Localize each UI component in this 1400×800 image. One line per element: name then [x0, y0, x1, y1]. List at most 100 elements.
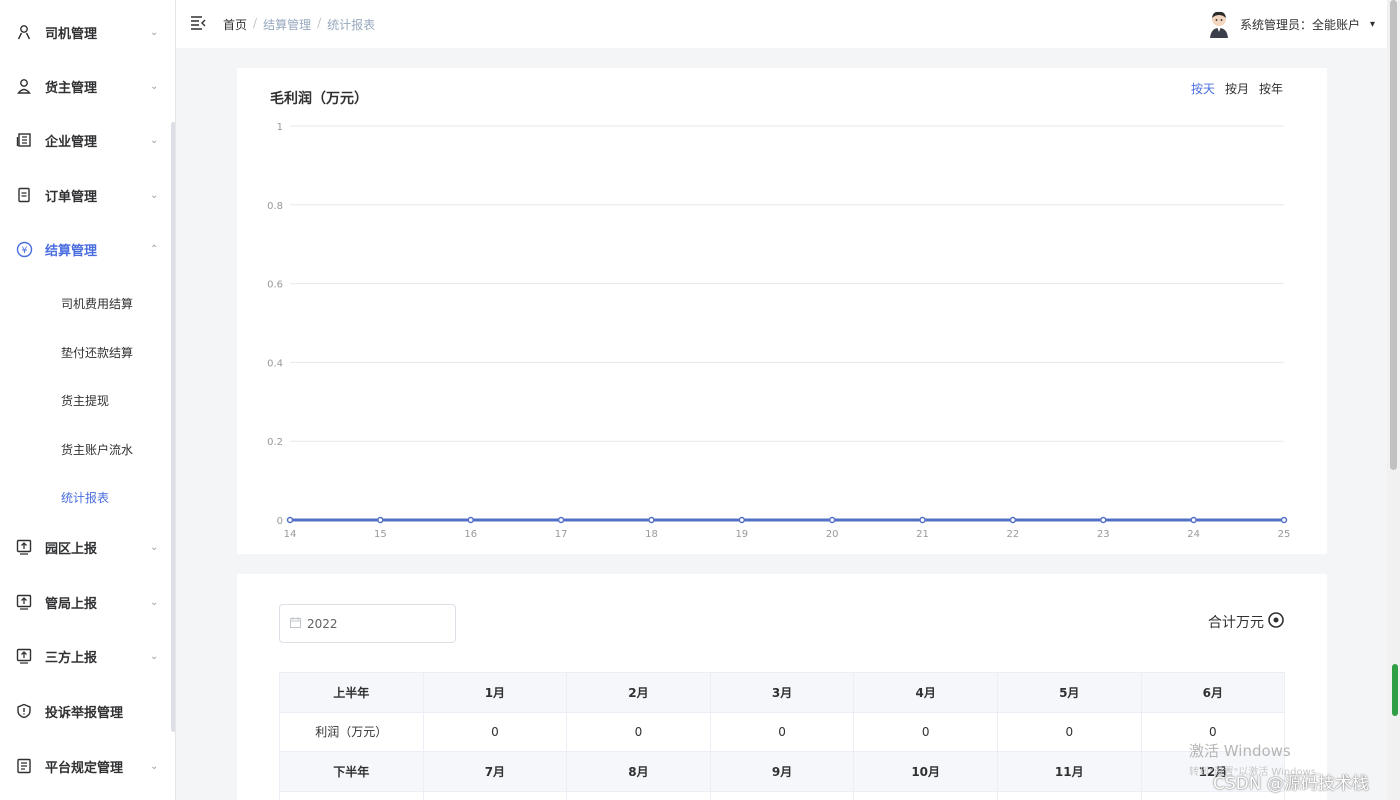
- table-cell: 上半年: [279, 672, 424, 713]
- menu-label: 结算管理: [45, 243, 98, 259]
- submenu-advance-repayment-settlement[interactable]: 垫付还款结算: [0, 328, 175, 376]
- submenu-owner-account-flow[interactable]: 货主账户流水: [0, 425, 175, 473]
- profit-chart-card: 毛利润（万元） 按天 按月 按年 0 0.2 0.4 0.6 0.8 1 14 15 16 17 1…: [237, 68, 1327, 554]
- table-cell: [709, 790, 855, 800]
- table-cell: [279, 790, 424, 800]
- top-header: 首页 / 结算管理 / 统计报表 系统管理员：全能账户 ▾: [176, 0, 1387, 48]
- menu-label: 订单管理: [45, 189, 98, 205]
- user-icon: [15, 77, 33, 95]
- menu-label: 货主管理: [45, 80, 98, 96]
- floating-side-tab[interactable]: [1392, 664, 1398, 716]
- data-point[interactable]: [377, 516, 384, 524]
- table-cell: 6月: [1140, 672, 1286, 713]
- year-picker[interactable]: 2022: [279, 604, 456, 643]
- table-cell: 0: [996, 711, 1142, 752]
- breadcrumb-home[interactable]: 首页: [223, 16, 247, 33]
- data-point[interactable]: [648, 516, 655, 524]
- eye-icon: [1267, 612, 1285, 632]
- user-menu[interactable]: 系统管理员：全能账户 ▾: [1208, 10, 1375, 38]
- chevron-down-icon: ⌄: [150, 650, 159, 662]
- avatar: [1208, 10, 1230, 38]
- upload-icon: [15, 538, 33, 556]
- table-cell: 3月: [709, 672, 855, 713]
- table-cell: 0: [422, 711, 568, 752]
- table-cell: 利润（万元）: [279, 711, 424, 752]
- data-point[interactable]: [467, 516, 474, 524]
- caret-down-icon: ▾: [1369, 18, 1375, 30]
- table-cell: 4月: [853, 672, 998, 713]
- menu-park-report[interactable]: 园区上报 ⌄: [0, 520, 175, 574]
- submenu-statistics-report[interactable]: 统计报表: [0, 473, 175, 521]
- menu-cargo-owner-management[interactable]: 货主管理 ⌄: [0, 59, 175, 113]
- total-toggle[interactable]: 合计万元: [1208, 612, 1285, 632]
- submenu-label: 货主账户流水: [61, 442, 134, 457]
- menu-label: 平台规定管理: [45, 760, 124, 776]
- x-tick-label: 23: [1097, 529, 1110, 540]
- csdn-watermark: CSDN @源码技术栈: [1213, 774, 1369, 794]
- data-point[interactable]: [557, 516, 565, 524]
- menu-fold-icon[interactable]: [190, 15, 206, 31]
- data-point[interactable]: [1280, 516, 1288, 524]
- x-tick-label: 15: [374, 529, 387, 540]
- data-point[interactable]: [828, 516, 836, 524]
- table-row: [279, 790, 1286, 800]
- submenu-owner-withdrawal[interactable]: 货主提现: [0, 376, 175, 424]
- data-point[interactable]: [738, 516, 746, 524]
- table-row: 下半年 7月 8月 9月 10月 11月 12月: [279, 751, 1286, 792]
- table-cell: 1月: [422, 672, 568, 713]
- chevron-down-icon: ⌄: [150, 189, 159, 201]
- menu-settlement-management[interactable]: ¥ 结算管理 ⌃: [0, 222, 175, 276]
- data-point[interactable]: [1100, 516, 1107, 524]
- x-tick-label: 24: [1187, 529, 1200, 540]
- menu-label: 园区上报: [45, 541, 98, 557]
- table-row: 上半年 1月 2月 3月 4月 5月 6月: [279, 672, 1286, 713]
- submenu-label: 垫付还款结算: [61, 345, 134, 360]
- breadcrumb-separator: /: [317, 16, 322, 30]
- y-tick-label: 0: [277, 516, 283, 527]
- breadcrumb-separator: /: [253, 16, 258, 30]
- data-point[interactable]: [919, 516, 926, 524]
- submenu-label: 统计报表: [61, 490, 110, 505]
- menu-label: 管局上报: [45, 596, 98, 612]
- menu-label: 司机管理: [45, 26, 98, 42]
- table-cell: 5月: [996, 672, 1142, 713]
- table-cell: 2月: [566, 672, 711, 713]
- page-scrollbar-thumb[interactable]: [1390, 0, 1397, 470]
- y-tick-label: 0.8: [267, 201, 283, 212]
- data-point[interactable]: [1009, 516, 1017, 524]
- x-tick-label: 19: [735, 529, 748, 540]
- x-tick-label: 18: [645, 529, 658, 540]
- menu-complaint-management[interactable]: 投诉举报管理: [0, 684, 175, 738]
- menu-bureau-report[interactable]: 管局上报 ⌄: [0, 575, 175, 629]
- table-cell: 0: [566, 711, 711, 752]
- building-icon: [15, 131, 33, 149]
- sidebar-scrollbar[interactable]: [171, 122, 175, 732]
- x-tick-label: 14: [284, 529, 297, 540]
- x-tick-label: 20: [826, 529, 839, 540]
- line-chart: 0 0.2 0.4 0.6 0.8 1 14 15 16 17 18 19 20 21 22 23 24 25: [267, 122, 1290, 540]
- windows-activation-watermark: 激活 Windows: [1189, 742, 1291, 760]
- data-point[interactable]: [1190, 516, 1197, 524]
- rules-icon: [15, 757, 33, 775]
- menu-order-management[interactable]: 订单管理 ⌄: [0, 168, 175, 222]
- table-cell: [853, 790, 998, 800]
- menu-label: 三方上报: [45, 650, 98, 666]
- document-icon: [15, 186, 33, 204]
- y-tick-label: 0.6: [267, 280, 283, 291]
- table-cell: [422, 790, 568, 800]
- chevron-down-icon: ⌄: [150, 134, 159, 146]
- y-tick-label: 1: [277, 122, 283, 133]
- table-cell: [566, 790, 711, 800]
- menu-enterprise-management[interactable]: 企业管理 ⌄: [0, 113, 175, 167]
- table-cell: 8月: [566, 751, 711, 792]
- data-point[interactable]: [286, 516, 294, 524]
- submenu-driver-fee-settlement[interactable]: 司机费用结算: [0, 279, 175, 327]
- table-cell: 0: [853, 711, 998, 752]
- menu-platform-rules-management[interactable]: 平台规定管理 ⌄: [0, 739, 175, 793]
- x-tick-label: 17: [555, 529, 568, 540]
- breadcrumb-current: 统计报表: [327, 18, 376, 32]
- table-row: 利润（万元） 0 0 0 0 0 0: [279, 711, 1286, 752]
- breadcrumb-settlement[interactable]: 结算管理: [263, 16, 311, 33]
- menu-driver-management[interactable]: 司机管理 ⌄: [0, 5, 175, 59]
- menu-third-party-report[interactable]: 三方上报 ⌄: [0, 629, 175, 683]
